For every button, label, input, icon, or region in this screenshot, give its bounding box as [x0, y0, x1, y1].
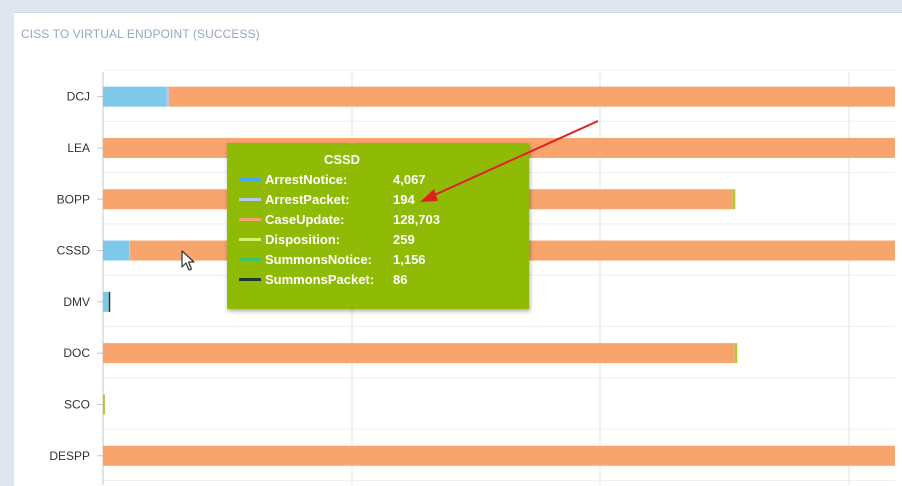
- bar-segment-caseupdate: [103, 445, 895, 466]
- tooltip-row: SummonsNotice: 1,156: [239, 251, 426, 269]
- tooltip-row: ArrestPacket: 194: [239, 191, 415, 209]
- tooltip-series-value: 259: [393, 232, 415, 247]
- mouse-cursor-icon: [181, 250, 195, 271]
- tooltip-series-value: 86: [393, 272, 408, 287]
- tooltip-series-label: ArrestNotice:: [265, 172, 348, 187]
- bar-segment-disposition: [732, 189, 736, 210]
- category-label: LEA: [67, 141, 90, 155]
- tooltip-series-label: Disposition:: [265, 232, 341, 247]
- category-label: DCJ: [67, 90, 90, 104]
- tooltip-series-label: SummonsNotice:: [265, 252, 372, 267]
- bar-segment-caseupdate: [168, 86, 895, 107]
- tooltip-series-value: 1,156: [393, 252, 426, 267]
- tooltip-row: Disposition: 259: [239, 231, 415, 249]
- category-label: DMV: [63, 295, 90, 309]
- tooltip-row: ArrestNotice: 4,067: [239, 171, 426, 189]
- bar-segment-arrestpacket: [166, 86, 169, 107]
- tooltip-series-label: ArrestPacket:: [265, 192, 350, 207]
- category-label: SCO: [64, 397, 90, 411]
- bar-segment-summonspacket: [108, 291, 111, 312]
- bar-segment-arrestnotice: [103, 86, 167, 107]
- bar-segment-arrestnotice: [103, 240, 129, 261]
- category-label: DESPP: [49, 449, 90, 463]
- tooltip-row: CaseUpdate: 128,703: [239, 211, 440, 229]
- bar-segment-disposition: [103, 394, 105, 415]
- legend-swatch: [239, 218, 261, 222]
- legend-swatch: [239, 198, 261, 202]
- tooltip-series-label: SummonsPacket:: [265, 272, 375, 287]
- tooltip-series-value: 194: [393, 192, 415, 207]
- legend-swatch: [239, 278, 261, 282]
- tooltip-series-value: 4,067: [393, 172, 426, 187]
- bar-segment-arrestnotice: [103, 291, 109, 312]
- legend-swatch: [239, 238, 261, 242]
- legend-swatch: [239, 258, 261, 262]
- bar-segment-disposition: [734, 343, 738, 364]
- category-label: BOPP: [57, 192, 90, 206]
- chart-tooltip: CSSD ArrestNotice: 4,067 ArrestPacket: 194 C…: [227, 143, 529, 309]
- tooltip-series-value: 128,703: [393, 212, 440, 227]
- tooltip-title: CSSD: [323, 152, 361, 167]
- bar-segment-caseupdate: [103, 343, 735, 364]
- tooltip-row: SummonsPacket: 86: [239, 271, 407, 289]
- category-label: CSSD: [57, 244, 91, 258]
- legend-swatch: [239, 178, 261, 182]
- category-label: DOC: [63, 346, 90, 360]
- tooltip-series-label: CaseUpdate:: [265, 212, 345, 227]
